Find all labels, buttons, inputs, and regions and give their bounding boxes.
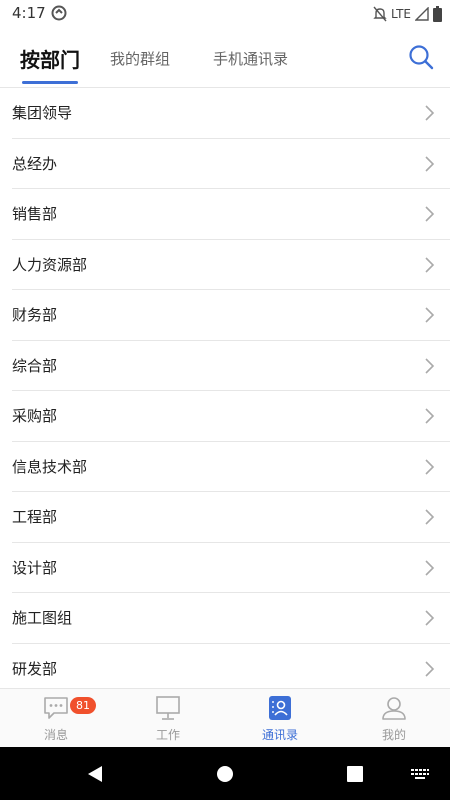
department-name: 信息技术部	[12, 457, 88, 476]
battery-icon	[433, 6, 442, 22]
bottom-navigation: 81 消息 工作 通讯录 我的	[0, 688, 450, 747]
nav-label: 消息	[43, 728, 68, 742]
department-row[interactable]: 销售部	[12, 189, 450, 240]
department-name: 财务部	[12, 306, 58, 325]
department-row[interactable]: 综合部	[12, 341, 450, 391]
monitor-icon	[156, 696, 180, 720]
active-tab-indicator	[22, 81, 78, 84]
status-time: 4:17	[12, 4, 46, 22]
contacts-icon	[269, 696, 291, 720]
unread-badge: 81	[70, 697, 96, 714]
nav-work[interactable]: 工作	[112, 689, 224, 748]
recents-icon[interactable]	[346, 764, 364, 784]
app-notification-icon	[51, 5, 67, 21]
chevron-right-icon	[425, 206, 435, 222]
top-tab-bar: 按部门 我的群组 手机通讯录	[0, 28, 450, 88]
back-icon[interactable]	[86, 764, 104, 784]
department-row[interactable]: 施工图组	[12, 593, 450, 644]
chevron-right-icon	[425, 256, 435, 273]
mute-icon	[373, 6, 387, 22]
department-row[interactable]: 总经办	[12, 139, 450, 189]
signal-icon	[415, 7, 429, 21]
department-name: 总经办	[12, 154, 58, 173]
department-row[interactable]: 集团领导	[12, 88, 450, 139]
nav-contacts[interactable]: 通讯录	[224, 689, 336, 748]
status-right: LTE	[373, 4, 442, 24]
department-row[interactable]: 研发部	[12, 644, 450, 694]
department-name: 设计部	[12, 558, 58, 577]
chevron-right-icon	[425, 105, 435, 121]
home-icon[interactable]	[216, 764, 234, 784]
chevron-right-icon	[425, 509, 435, 525]
department-row[interactable]: 设计部	[12, 543, 450, 593]
chevron-right-icon	[425, 660, 435, 677]
nav-messages[interactable]: 81 消息	[0, 689, 112, 748]
status-bar: 4:17 LTE	[0, 0, 450, 28]
nav-label: 我的	[381, 728, 406, 742]
department-row[interactable]: 采购部	[12, 391, 450, 442]
department-name: 研发部	[12, 659, 58, 678]
department-name: 销售部	[12, 205, 58, 224]
keyboard-icon[interactable]	[410, 764, 430, 784]
department-row[interactable]: 财务部	[12, 290, 450, 341]
nav-label: 通讯录	[261, 728, 298, 742]
search-icon[interactable]	[406, 42, 436, 72]
department-row[interactable]: 工程部	[12, 492, 450, 543]
department-row[interactable]: 信息技术部	[12, 442, 450, 492]
chevron-right-icon	[425, 559, 435, 576]
department-name: 人力资源部	[12, 255, 88, 274]
message-icon	[44, 697, 68, 719]
profile-icon	[382, 697, 406, 720]
chevron-right-icon	[425, 307, 435, 323]
tab-by-department[interactable]: 按部门	[20, 28, 80, 88]
chevron-right-icon	[425, 458, 435, 475]
department-row[interactable]: 人力资源部	[12, 240, 450, 290]
tab-phone-contacts[interactable]: 手机通讯录	[213, 28, 288, 88]
department-name: 施工图组	[12, 609, 73, 628]
tab-my-groups[interactable]: 我的群组	[110, 28, 170, 88]
nav-profile[interactable]: 我的	[338, 689, 450, 748]
system-navigation-bar	[0, 747, 450, 800]
department-name: 采购部	[12, 407, 58, 426]
department-name: 工程部	[12, 508, 58, 527]
chevron-right-icon	[425, 155, 435, 172]
chevron-right-icon	[425, 357, 435, 374]
department-name: 集团领导	[12, 104, 73, 123]
nav-label: 工作	[155, 728, 180, 742]
network-type: LTE	[391, 7, 411, 21]
chevron-right-icon	[425, 408, 435, 424]
department-list: 集团领导 总经办 销售部 人力资源部 财务部 综合部 采购部 信息技术部 工程部…	[0, 88, 450, 694]
chevron-right-icon	[425, 610, 435, 626]
department-name: 综合部	[12, 356, 58, 375]
